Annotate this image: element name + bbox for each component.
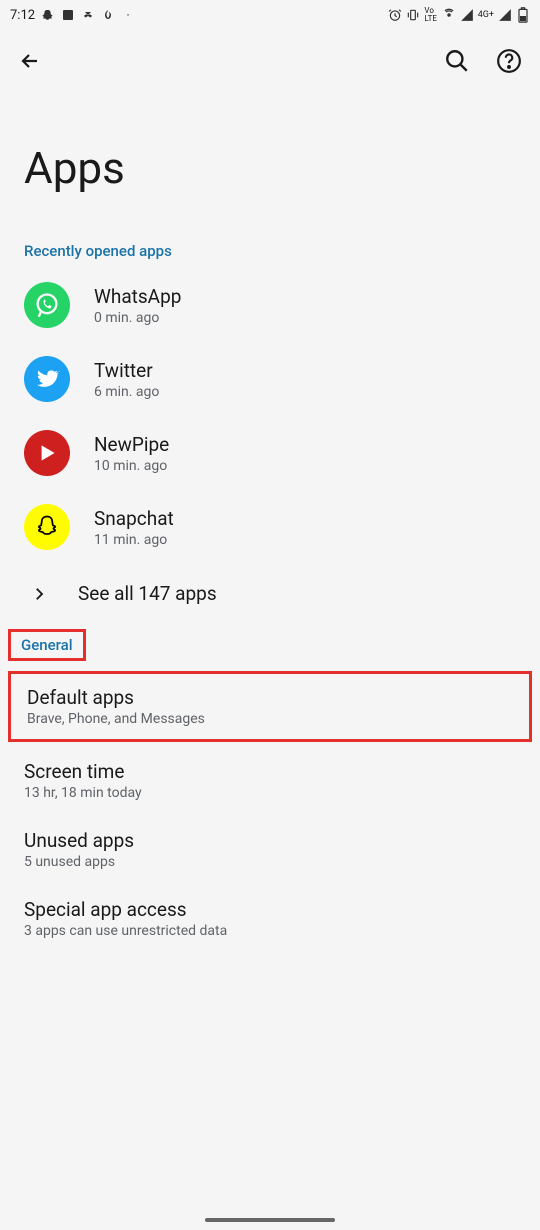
see-all-label: See all 147 apps	[78, 582, 217, 605]
newpipe-icon	[24, 430, 70, 476]
app-name: Twitter	[94, 359, 159, 382]
recent-apps-header: Recently opened apps	[0, 234, 540, 268]
app-row-twitter[interactable]: Twitter 6 min. ago	[0, 342, 540, 416]
app-subtitle: 10 min. ago	[94, 458, 169, 474]
network-type: 4G+	[478, 10, 494, 20]
setting-screen-time[interactable]: Screen time 13 hr, 18 min today	[0, 746, 540, 815]
nav-handle[interactable]	[205, 1218, 335, 1222]
app-row-whatsapp[interactable]: WhatsApp 0 min. ago	[0, 268, 540, 342]
linkedin-notif-icon	[61, 8, 75, 22]
battery-icon	[516, 8, 530, 22]
snapchat-notif-icon	[41, 8, 55, 22]
app-name: Snapchat	[94, 507, 174, 530]
search-button[interactable]	[444, 48, 470, 74]
twitter-icon	[24, 356, 70, 402]
page-title: Apps	[0, 92, 540, 234]
status-left: 7:12 ·	[10, 8, 135, 23]
missed-call-icon	[81, 8, 95, 22]
status-bar: 7:12 · VoLTE 4G+	[0, 0, 540, 30]
setting-special-access[interactable]: Special app access 3 apps can use unrest…	[0, 884, 540, 953]
app-name: WhatsApp	[94, 285, 181, 308]
see-all-apps[interactable]: See all 147 apps	[0, 564, 540, 623]
status-time: 7:12	[10, 8, 35, 23]
setting-default-apps[interactable]: Default apps Brave, Phone, and Messages	[8, 671, 532, 742]
alarm-icon	[388, 8, 402, 22]
signal-icon-2	[498, 8, 512, 22]
app-subtitle: 0 min. ago	[94, 310, 181, 326]
more-notif-icon: ·	[121, 8, 135, 22]
app-name: NewPipe	[94, 433, 169, 456]
volte-icon: VoLTE	[424, 8, 438, 22]
app-row-snapchat[interactable]: Snapchat 11 min. ago	[0, 490, 540, 564]
help-button[interactable]	[496, 48, 522, 74]
signal-icon-1	[460, 8, 474, 22]
top-app-bar	[0, 30, 540, 92]
app-subtitle: 6 min. ago	[94, 384, 159, 400]
setting-title: Unused apps	[24, 829, 516, 852]
setting-title: Screen time	[24, 760, 516, 783]
general-header: General	[8, 629, 86, 661]
app-row-newpipe[interactable]: NewPipe 10 min. ago	[0, 416, 540, 490]
setting-title: Special app access	[24, 898, 516, 921]
setting-subtitle: 3 apps can use unrestricted data	[24, 923, 516, 939]
status-right: VoLTE 4G+	[388, 8, 530, 22]
vibrate-icon	[406, 8, 420, 22]
tinder-notif-icon	[101, 8, 115, 22]
hotspot-icon	[442, 8, 456, 22]
app-subtitle: 11 min. ago	[94, 532, 174, 548]
setting-unused-apps[interactable]: Unused apps 5 unused apps	[0, 815, 540, 884]
snapchat-icon	[24, 504, 70, 550]
whatsapp-icon	[24, 282, 70, 328]
setting-subtitle: Brave, Phone, and Messages	[27, 711, 513, 727]
setting-subtitle: 5 unused apps	[24, 854, 516, 870]
back-button[interactable]	[18, 49, 42, 73]
setting-title: Default apps	[27, 686, 513, 709]
setting-subtitle: 13 hr, 18 min today	[24, 785, 516, 801]
chevron-right-icon	[30, 585, 48, 603]
